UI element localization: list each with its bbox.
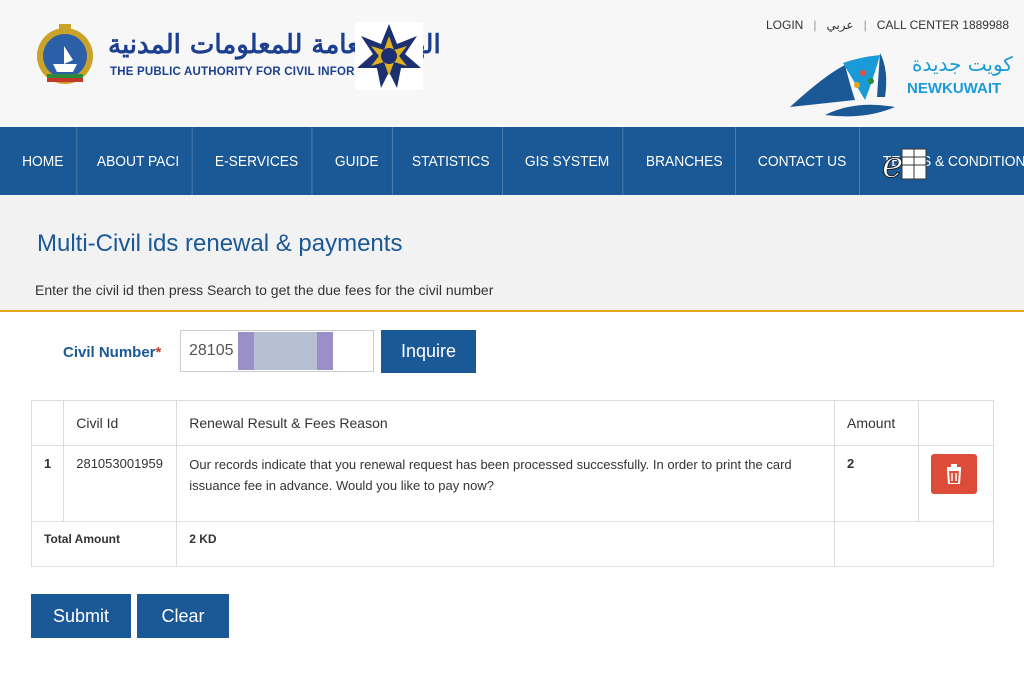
row-amount: 2 xyxy=(834,445,919,522)
col-header-action xyxy=(918,400,994,446)
e-services-icon[interactable]: e xyxy=(880,145,930,183)
top-links: LOGIN | عربي | CALL CENTER 1889988 xyxy=(765,18,1009,32)
total-row: Total Amount 2 KD xyxy=(30,521,994,567)
total-empty-cell xyxy=(834,521,994,567)
inquire-button[interactable]: Inquire xyxy=(381,330,476,373)
row-action-cell xyxy=(918,445,994,522)
new-kuwait-english: NEWKUWAIT xyxy=(907,80,1002,97)
civil-number-label: Civil Number* xyxy=(63,344,161,361)
site-header: الهيئة العامة للمعلومات المدنية THE PUBL… xyxy=(0,0,1024,127)
redacted-overlay xyxy=(238,332,333,370)
col-header-reason: Renewal Result & Fees Reason xyxy=(176,400,835,446)
table-row: 1 281053001959 Our records indicate that… xyxy=(30,445,994,522)
table-header-row: Civil Id Renewal Result & Fees Reason Am… xyxy=(30,400,994,446)
submit-button[interactable]: Submit xyxy=(31,594,131,638)
required-mark: * xyxy=(155,344,162,361)
nav-about-paci[interactable]: ABOUT PACI xyxy=(84,127,193,195)
total-label: Total Amount xyxy=(30,521,178,567)
total-value: 2 KD xyxy=(176,521,835,567)
nav-gis-system[interactable]: GIS SYSTEM xyxy=(512,127,624,195)
civil-number-label-text: Civil Number xyxy=(63,344,156,361)
main-nav: HOME ABOUT PACI E-SERVICES GUIDE STATIST… xyxy=(0,127,1024,195)
delete-button[interactable] xyxy=(931,454,977,494)
svg-text:e: e xyxy=(882,145,903,183)
col-header-number xyxy=(30,400,65,446)
fees-table: Civil Id Renewal Result & Fees Reason Am… xyxy=(30,400,994,567)
new-kuwait-arabic: كويت جديدة xyxy=(912,52,1013,76)
clear-button[interactable]: Clear xyxy=(137,594,229,638)
row-number: 1 xyxy=(30,445,65,522)
trash-icon xyxy=(946,464,962,484)
row-civil-id: 281053001959 xyxy=(63,445,178,522)
arabic-language-link[interactable]: عربي xyxy=(826,18,853,32)
nav-home[interactable]: HOME xyxy=(0,127,78,195)
col-header-amount: Amount xyxy=(834,400,919,446)
nav-statistics[interactable]: STATISTICS xyxy=(399,127,503,195)
paci-star-logo-icon xyxy=(355,22,423,90)
row-reason: Our records indicate that you renewal re… xyxy=(176,445,835,522)
nav-guide[interactable]: GUIDE xyxy=(322,127,393,195)
nav-contact-us[interactable]: CONTACT US xyxy=(745,127,861,195)
call-center-text: CALL CENTER 1889988 xyxy=(876,18,1009,32)
main-content: Civil Number* Inquire Civil Id Renewal R… xyxy=(0,312,1024,683)
nav-branches[interactable]: BRANCHES xyxy=(633,127,737,195)
col-header-civil-id: Civil Id xyxy=(63,400,178,446)
login-link[interactable]: LOGIN xyxy=(766,18,803,32)
page-header: Multi-Civil ids renewal & payments Enter… xyxy=(0,195,1024,312)
page-title: Multi-Civil ids renewal & payments xyxy=(37,230,403,257)
nav-e-services[interactable]: E-SERVICES xyxy=(202,127,313,195)
page-subtitle: Enter the civil id then press Search to … xyxy=(35,282,494,298)
kuwait-emblem-icon xyxy=(37,24,93,84)
